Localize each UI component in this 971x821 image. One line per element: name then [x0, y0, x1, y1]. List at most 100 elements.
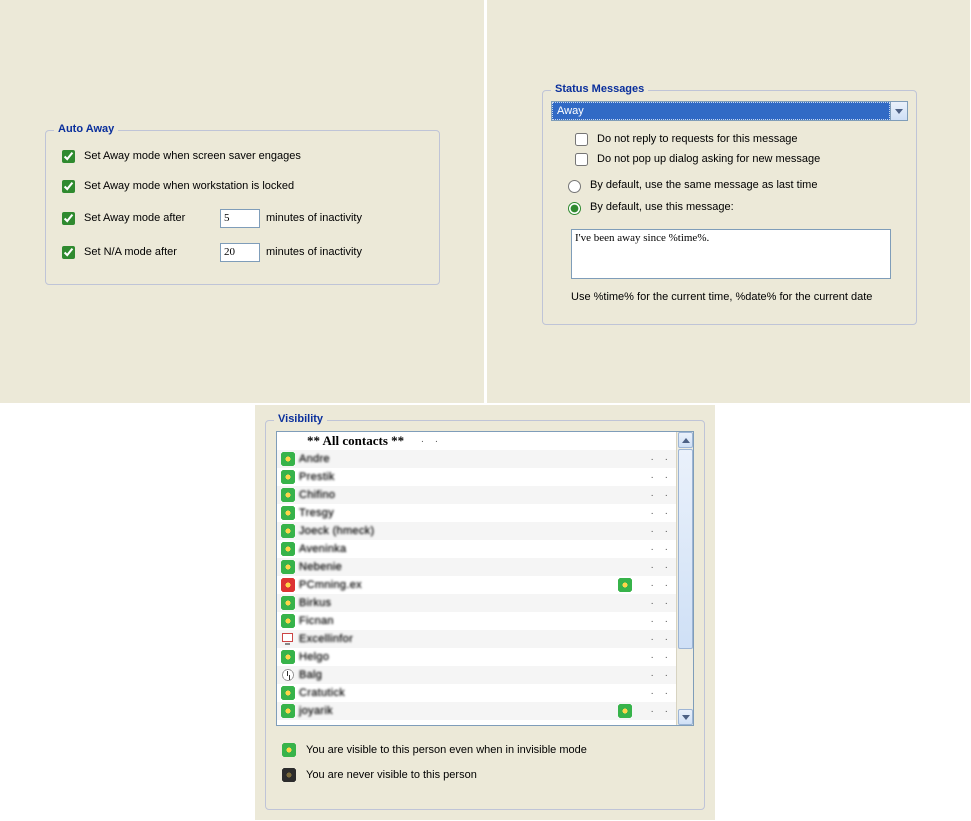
flower-never-icon: [282, 768, 296, 782]
flower-green-icon: [281, 470, 295, 484]
legend-never-label: You are never visible to this person: [306, 769, 477, 781]
visibility-contact-name: Andre: [295, 453, 616, 465]
visibility-contact-name: Helgo: [295, 651, 616, 663]
status-message-textarea[interactable]: [571, 229, 891, 279]
visibility-panel: Visibility ** All contacts ** · · Andre·…: [255, 405, 716, 821]
scroll-thumb[interactable]: [678, 449, 693, 649]
status-messages-panel: Status Messages Away Do not reply to req…: [487, 0, 971, 404]
status-select-value: Away: [552, 102, 890, 120]
visibility-row[interactable]: Tresgy · ·: [277, 504, 676, 522]
visibility-row[interactable]: Helgo· ·: [277, 648, 676, 666]
visibility-list[interactable]: ** All contacts ** · · Andre· ·Prestik· …: [276, 431, 694, 726]
visibility-row[interactable]: joyarik· ·: [277, 702, 676, 720]
visibility-badge: [616, 578, 634, 592]
visibility-row[interactable]: Nebenie· ·: [277, 558, 676, 576]
flower-green-icon: [281, 596, 295, 610]
do-not-popup-label: Do not pop up dialog asking for new mess…: [597, 153, 820, 165]
flower-green-icon: [281, 614, 295, 628]
flower-visible-icon: [282, 743, 296, 757]
visibility-row-dots: · ·: [634, 634, 676, 645]
auto-away-after-label: Set Away mode after: [84, 212, 214, 224]
visibility-contact-name: PCmning.ex: [295, 579, 616, 591]
visibility-title: Visibility: [274, 413, 327, 425]
chevron-up-icon: [682, 438, 690, 443]
visibility-row[interactable]: Andre· ·: [277, 450, 676, 468]
visibility-row[interactable]: Ficnan · ·: [277, 612, 676, 630]
visibility-contact-name: joyarik: [295, 705, 616, 717]
do-not-reply-row: Do not reply to requests for this messag…: [571, 131, 798, 147]
visibility-row[interactable]: Chifino· ·: [277, 486, 676, 504]
use-this-radio[interactable]: [568, 202, 581, 215]
visibility-row[interactable]: Birkus · ·: [277, 594, 676, 612]
do-not-popup-row: Do not pop up dialog asking for new mess…: [571, 151, 820, 167]
auto-away-after-row: Set Away mode after minutes of inactivit…: [58, 209, 362, 227]
do-not-popup-checkbox[interactable]: [575, 153, 588, 166]
visibility-contact-name: Aveninka: [295, 543, 616, 555]
flower-green-icon: [281, 524, 295, 538]
visibility-contact-name: Ficnan: [295, 615, 616, 627]
visibility-row-dots: · ·: [634, 508, 676, 519]
auto-away-title: Auto Away: [54, 123, 118, 135]
auto-away-na-row: Set N/A mode after minutes of inactivity: [58, 243, 362, 261]
flower-green-icon: [281, 686, 295, 700]
status-select-button[interactable]: [890, 102, 907, 120]
do-not-reply-checkbox[interactable]: [575, 133, 588, 146]
visibility-row[interactable]: Aveninka · ·: [277, 540, 676, 558]
legend-visible-label: You are visible to this person even when…: [306, 744, 587, 756]
visibility-row-dots: · ·: [634, 562, 676, 573]
same-as-last-label: By default, use the same message as last…: [590, 179, 817, 191]
auto-away-after-input[interactable]: [220, 209, 260, 228]
use-this-label: By default, use this message:: [590, 201, 734, 213]
visibility-header-row[interactable]: ** All contacts ** · ·: [277, 432, 676, 450]
visibility-contact-name: Cratutick: [295, 687, 616, 699]
auto-away-screensaver-label: Set Away mode when screen saver engages: [84, 150, 301, 162]
visibility-contact-name: Joeck (hmeck): [295, 525, 616, 537]
auto-away-screensaver-checkbox[interactable]: [62, 150, 75, 163]
visibility-row[interactable]: Balg· ·: [277, 666, 676, 684]
chevron-down-icon: [682, 715, 690, 720]
visibility-contact-name: Tresgy: [295, 507, 616, 519]
visibility-row-dots: · ·: [634, 472, 676, 483]
visibility-row[interactable]: Prestik · ·: [277, 468, 676, 486]
visibility-contact-name: Prestik: [295, 471, 616, 483]
scroll-down-button[interactable]: [678, 709, 693, 725]
status-messages-title: Status Messages: [551, 83, 648, 95]
scroll-up-button[interactable]: [678, 432, 693, 448]
status-messages-group: Status Messages Away Do not reply to req…: [542, 90, 917, 325]
visibility-contact-name: Excellinfor: [295, 633, 616, 645]
auto-away-after-checkbox[interactable]: [62, 212, 75, 225]
flower-green-icon: [618, 704, 632, 718]
visibility-row-dots: · ·: [634, 616, 676, 627]
visibility-row-dots: · ·: [634, 598, 676, 609]
clock-icon: [281, 668, 295, 682]
flower-green-icon: [281, 506, 295, 520]
auto-away-na-minutes-label: minutes of inactivity: [266, 246, 362, 258]
visibility-row[interactable]: Cratutick· ·: [277, 684, 676, 702]
visibility-scrollbar[interactable]: [676, 432, 693, 725]
flower-green-icon: [281, 452, 295, 466]
visibility-badge: [616, 704, 634, 718]
auto-away-na-checkbox[interactable]: [62, 246, 75, 259]
flower-red-icon: [281, 578, 295, 592]
legend-never-row: You are never visible to this person: [282, 766, 477, 784]
auto-away-screensaver-row: Set Away mode when screen saver engages: [58, 147, 301, 165]
chevron-down-icon: [895, 109, 903, 114]
visibility-row[interactable]: PCmning.ex· ·: [277, 576, 676, 594]
same-as-last-row: By default, use the same message as last…: [563, 177, 817, 193]
status-select[interactable]: Away: [551, 101, 908, 121]
auto-away-na-input[interactable]: [220, 243, 260, 262]
visibility-contact-name: Birkus: [295, 597, 616, 609]
auto-away-panel: Auto Away Set Away mode when screen save…: [0, 0, 485, 404]
visibility-row[interactable]: Joeck (hmeck)· ·: [277, 522, 676, 540]
flower-green-icon: [281, 542, 295, 556]
do-not-reply-label: Do not reply to requests for this messag…: [597, 133, 798, 145]
same-as-last-radio[interactable]: [568, 180, 581, 193]
visibility-row[interactable]: Excellinfor · ·: [277, 630, 676, 648]
auto-away-locked-checkbox[interactable]: [62, 180, 75, 193]
flower-green-icon: [281, 704, 295, 718]
flower-green-icon: [281, 488, 295, 502]
auto-away-after-minutes-label: minutes of inactivity: [266, 212, 362, 224]
visibility-row-dots: · ·: [634, 544, 676, 555]
auto-away-locked-row: Set Away mode when workstation is locked: [58, 177, 294, 195]
flower-green-icon: [281, 650, 295, 664]
